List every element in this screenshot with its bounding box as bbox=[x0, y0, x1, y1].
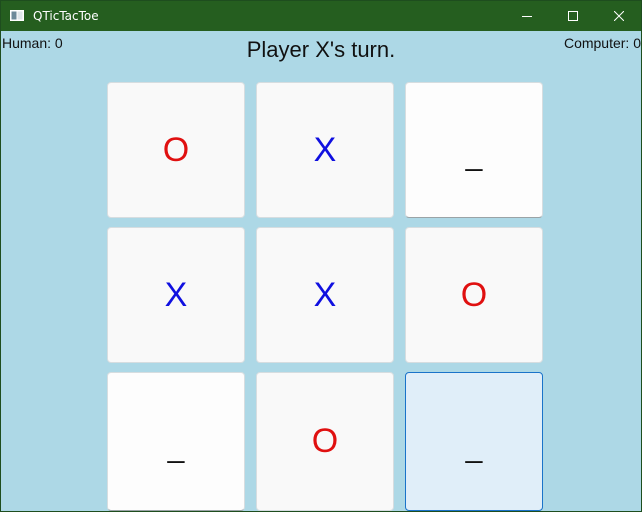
close-icon bbox=[614, 11, 624, 21]
window-title: QTicTacToe bbox=[33, 9, 99, 23]
title-bar[interactable]: QTicTacToe bbox=[1, 1, 641, 31]
maximize-button[interactable] bbox=[550, 1, 596, 31]
maximize-icon bbox=[568, 11, 578, 21]
minimize-button[interactable] bbox=[504, 1, 550, 31]
minimize-icon bbox=[522, 16, 532, 17]
cell-mark: X bbox=[313, 275, 337, 314]
board-cell-2[interactable]: X bbox=[256, 82, 394, 218]
board-cell-6[interactable]: O bbox=[405, 227, 543, 363]
board-cell-9[interactable]: _ bbox=[405, 372, 543, 511]
cell-mark: _ bbox=[167, 430, 185, 464]
app-window-icon bbox=[10, 10, 24, 21]
close-button[interactable] bbox=[596, 1, 642, 31]
cell-mark: O bbox=[311, 422, 339, 460]
cell-mark: _ bbox=[465, 430, 483, 464]
board-cell-5[interactable]: X bbox=[256, 227, 394, 363]
board-cell-3[interactable]: _ bbox=[405, 82, 543, 218]
cell-mark: _ bbox=[465, 139, 483, 172]
app-window: QTicTacToe Human: 0 Computer: 0 Player X… bbox=[0, 0, 642, 512]
cell-mark: O bbox=[460, 275, 488, 314]
turn-status: Player X's turn. bbox=[246, 37, 396, 62]
cell-mark: X bbox=[313, 130, 337, 169]
cell-mark: O bbox=[162, 130, 190, 169]
board-cell-7[interactable]: _ bbox=[107, 372, 245, 511]
board-cell-8[interactable]: O bbox=[256, 372, 394, 511]
board-cell-1[interactable]: O bbox=[107, 82, 245, 218]
cell-mark: X bbox=[164, 275, 188, 314]
board-cell-4[interactable]: X bbox=[107, 227, 245, 363]
